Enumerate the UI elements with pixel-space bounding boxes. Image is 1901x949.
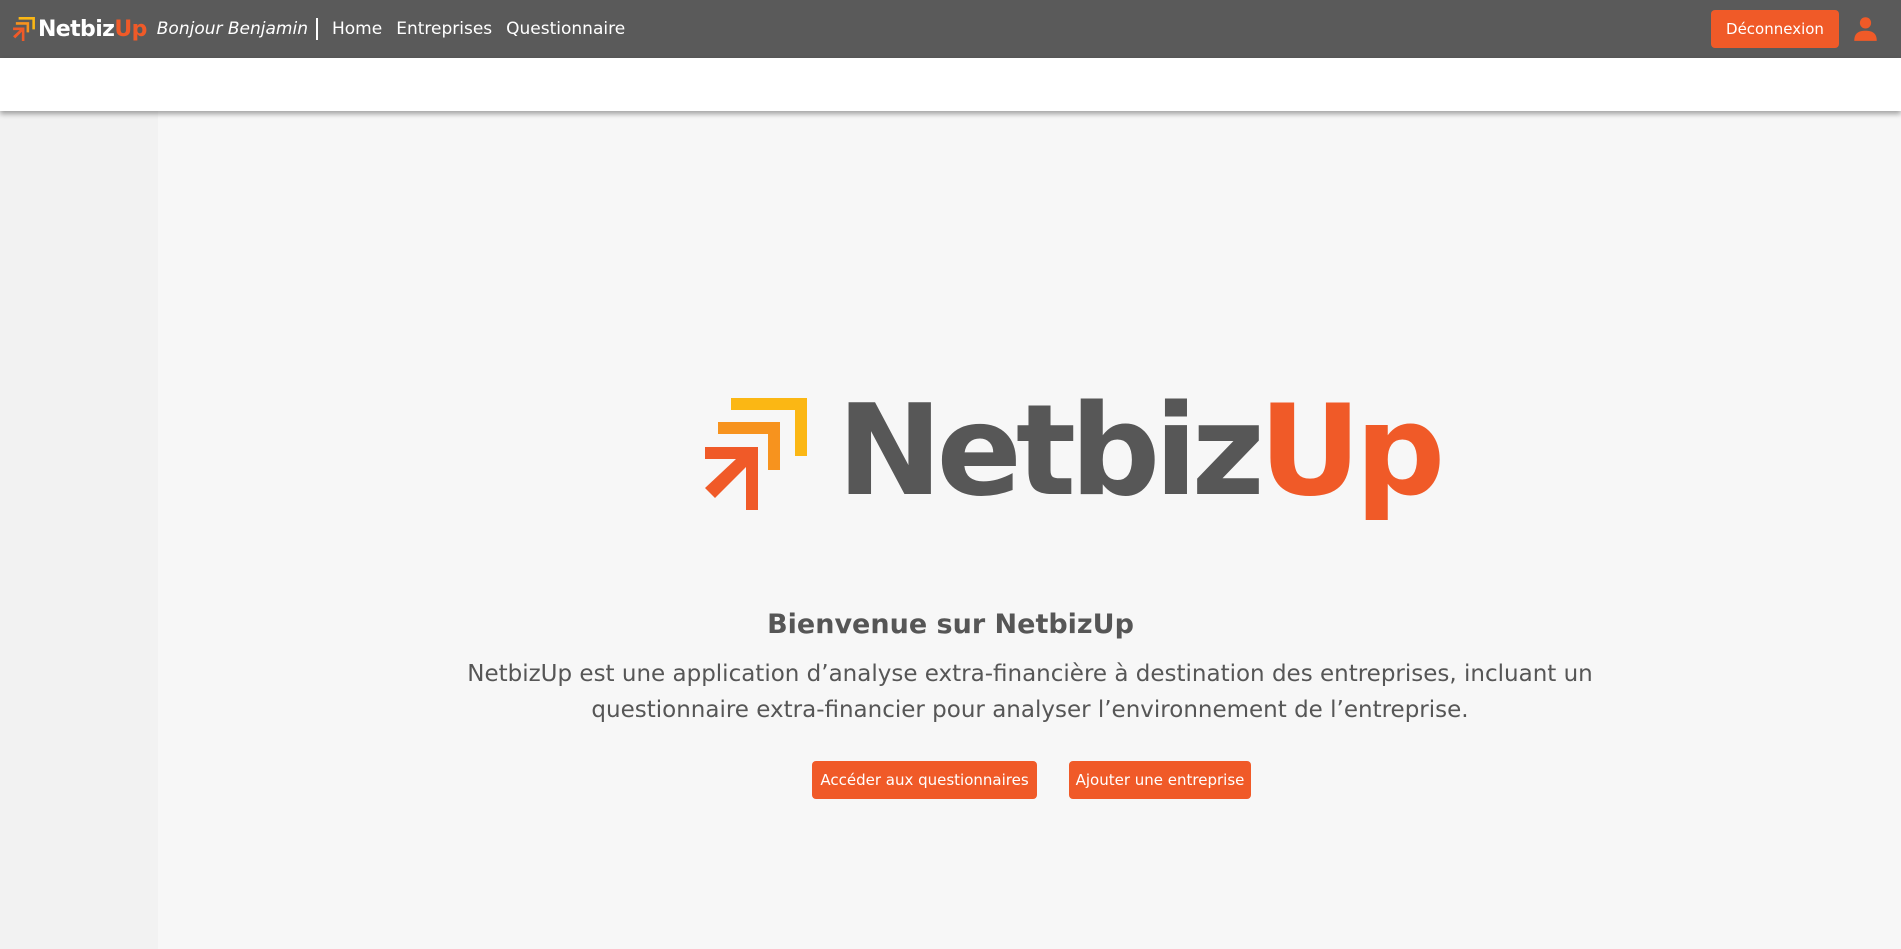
nav-divider [316,18,318,40]
nav-link-questionnaire[interactable]: Questionnaire [506,19,625,39]
add-company-button[interactable]: Ajouter une entreprise [1069,761,1251,799]
user-icon[interactable] [1852,15,1879,42]
hero-logo: NetbizUp [705,388,1445,514]
brand-name-primary: Netbiz [38,16,115,42]
welcome-description: NetbizUp est une application d’analyse e… [467,661,1593,723]
top-navbar: NetbizUp Bonjour Benjamin Home Entrepris… [0,0,1901,58]
hero-logo-text: NetbizUp [837,388,1445,514]
nav-link-home[interactable]: Home [332,19,382,39]
main-content [158,111,1901,949]
access-questionnaires-button[interactable]: Accéder aux questionnaires [812,761,1037,799]
welcome-title: Bienvenue sur NetbizUp [767,609,1134,640]
side-panel [0,111,158,949]
secondary-bar [0,58,1901,111]
brand-name-accent: Up [114,16,147,42]
hero-logo-primary: Netbiz [837,377,1265,524]
arrows-up-right-icon [705,398,807,510]
nav-link-entreprises[interactable]: Entreprises [396,19,492,39]
arrows-up-right-icon [13,17,35,41]
logout-button[interactable]: Déconnexion [1711,10,1839,48]
brand-name: NetbizUp [38,17,147,42]
brand-logo[interactable]: NetbizUp [12,0,147,58]
user-greeting: Bonjour Benjamin [156,19,308,39]
hero-logo-accent: Up [1258,377,1445,524]
